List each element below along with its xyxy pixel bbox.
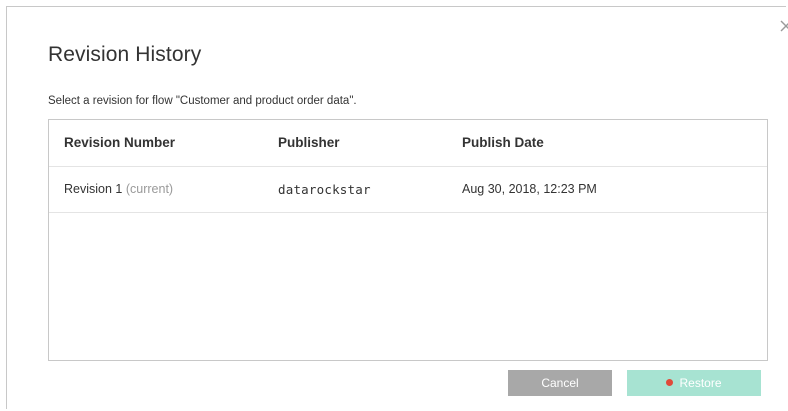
- close-icon[interactable]: [779, 19, 788, 33]
- revision-table: Revision Number Publisher Publish Date R…: [48, 119, 768, 361]
- table-row[interactable]: Revision 1 (current) datarockstar Aug 30…: [49, 167, 767, 213]
- revision-cell: Revision 1 (current): [64, 182, 173, 196]
- revision-number: Revision 1: [64, 182, 123, 196]
- current-tag: (current): [125, 182, 174, 196]
- column-header-publisher[interactable]: Publisher: [278, 135, 340, 150]
- publish-date-cell: Aug 30, 2018, 12:23 PM: [462, 182, 597, 196]
- dialog-subtitle: Select a revision for flow "Customer and…: [48, 95, 357, 107]
- publisher-cell: datarockstar: [278, 182, 371, 197]
- column-header-revision-number[interactable]: Revision Number: [64, 135, 175, 150]
- table-header: Revision Number Publisher Publish Date: [49, 120, 767, 166]
- column-header-publish-date[interactable]: Publish Date: [462, 135, 544, 150]
- cancel-button-label: Cancel: [541, 376, 579, 390]
- cancel-button[interactable]: Cancel: [508, 370, 612, 396]
- revision-history-dialog: Revision History Select a revision for f…: [6, 6, 788, 409]
- restore-button-label: Restore: [679, 376, 722, 390]
- dialog-title: Revision History: [48, 43, 202, 66]
- restore-icon: [666, 379, 674, 387]
- restore-button[interactable]: Restore: [627, 370, 761, 396]
